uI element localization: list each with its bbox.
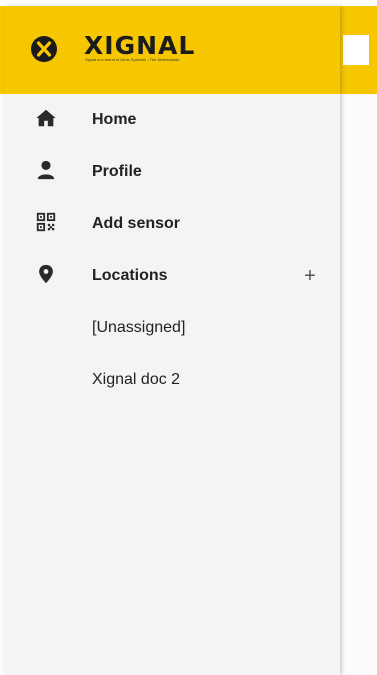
nav-label-locations: Locations <box>92 267 168 284</box>
nav-label-home: Home <box>92 111 137 128</box>
nav-label-add-sensor: Add sensor <box>92 215 181 232</box>
xignal-logo-icon <box>31 36 57 62</box>
brand-name: XIGNAL <box>84 31 196 60</box>
location-pin-icon <box>39 264 53 284</box>
nav-item-locations[interactable]: Locations + <box>4 250 340 302</box>
location-item[interactable]: Xignal doc 2 <box>4 354 340 406</box>
person-icon <box>37 160 55 180</box>
home-icon <box>36 109 56 127</box>
nav-item-home[interactable]: Home <box>4 94 340 146</box>
drawer-header: XIGNAL Xignal is a brand of Dirrix Syste… <box>4 6 340 94</box>
qr-code-icon <box>36 212 56 232</box>
add-location-button[interactable]: + <box>300 250 320 302</box>
nav-label-profile: Profile <box>92 163 142 180</box>
navigation-drawer: XIGNAL Xignal is a brand of Dirrix Syste… <box>4 6 340 675</box>
app-header-action[interactable] <box>343 35 369 65</box>
nav-item-add-sensor[interactable]: Add sensor <box>4 198 340 250</box>
location-item-label: Xignal doc 2 <box>92 371 181 388</box>
location-item-label: [Unassigned] <box>92 319 186 336</box>
brand-tagline: Xignal is a brand of Dirrix Systems - Th… <box>85 57 180 62</box>
nav-item-profile[interactable]: Profile <box>4 146 340 198</box>
location-item[interactable]: [Unassigned] <box>4 302 340 354</box>
